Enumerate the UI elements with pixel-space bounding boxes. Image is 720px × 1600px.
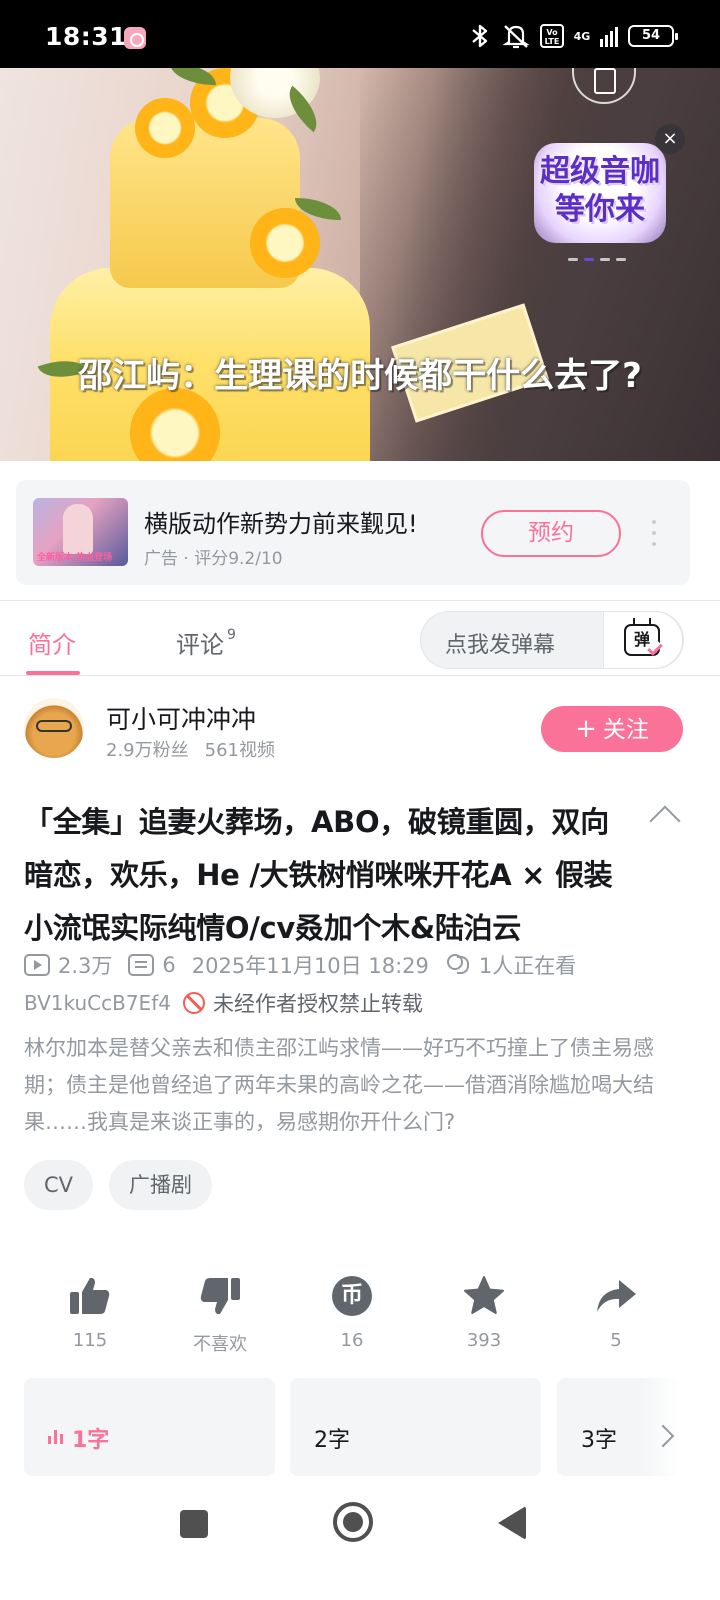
status-bar: 18:31 Vo LTE 4G 54 <box>0 0 720 68</box>
plus-icon: + <box>575 714 597 744</box>
episode-list: 1字 2字 3字 <box>24 1378 720 1476</box>
watching-count: 1人正在看 <box>478 954 577 978</box>
danmu-toggle-button[interactable]: 弹 <box>603 611 683 669</box>
video-count: 561视频 <box>204 740 275 761</box>
home-button[interactable] <box>333 1502 373 1542</box>
favorite-count: 393 <box>466 1330 502 1351</box>
video-player[interactable]: 超级音咖 等你来 × 邵江屿：生理课的时候都干什么去了? <box>0 68 720 461</box>
mute-bell-icon <box>502 23 530 49</box>
promo-carousel-dots <box>568 258 626 261</box>
recents-button[interactable] <box>180 1510 208 1538</box>
episode-label: 1字 <box>72 1428 110 1453</box>
tag-radio-drama[interactable]: 广播剧 <box>109 1160 213 1210</box>
content-tabs: 简介 评论 9 点我发弹幕 弹 <box>0 600 720 676</box>
watching-icon <box>445 954 471 976</box>
coin-button[interactable]: 币 16 <box>292 1270 412 1351</box>
uploader-stats: 2.9万粉丝 561视频 <box>106 736 275 762</box>
tab-indicator <box>26 671 80 675</box>
back-button[interactable] <box>498 1506 526 1540</box>
star-icon <box>424 1270 544 1322</box>
thumbs-up-icon <box>30 1270 150 1322</box>
share-count: 5 <box>610 1330 622 1351</box>
notification-app-icon <box>124 27 146 49</box>
promo-text-line1: 超级音咖 <box>540 154 660 189</box>
publish-date: 2025年11月10日 18:29 <box>191 954 429 978</box>
status-icons: Vo LTE 4G 54 <box>468 22 678 50</box>
favorite-button[interactable]: 393 <box>424 1270 544 1351</box>
episode-item-2[interactable]: 2字 <box>290 1378 541 1476</box>
ad-more-icon[interactable] <box>652 520 658 546</box>
episode-list-fade <box>640 1378 720 1476</box>
like-count: 115 <box>72 1330 108 1351</box>
bluetooth-icon <box>468 23 492 49</box>
dislike-label: 不喜欢 <box>193 1334 247 1355</box>
promo-text-line2: 等你来 <box>555 192 645 227</box>
avatar[interactable] <box>24 698 84 758</box>
coin-count: 16 <box>340 1330 364 1351</box>
video-title: 「全集」追妻火葬场，ABO，破镜重圆，双向暗恋，欢乐，He /大铁树悄咪咪开花A… <box>24 805 613 945</box>
system-nav-bar <box>0 1476 720 1600</box>
ad-subtitle: 广告 · 评分9.2/10 <box>144 549 283 569</box>
bvid[interactable]: BV1kuCcB7Ef4 <box>24 991 171 1015</box>
danmu-input[interactable]: 点我发弹幕 弹 <box>420 611 684 669</box>
episode-label: 2字 <box>314 1428 350 1453</box>
share-arrow-icon <box>556 1270 676 1322</box>
ad-card[interactable]: 全新版本 热血登场 横版动作新势力前来觐见! 广告 · 评分9.2/10 预约 <box>16 480 690 585</box>
ad-thumbnail-text: 全新版本 热血登场 <box>37 553 113 563</box>
volte-icon: Vo LTE <box>540 24 564 48</box>
tag-list: CV 广播剧 <box>24 1160 213 1210</box>
video-description: 林尔加本是替父亲去和债主邵江屿求情——好巧不巧撞上了债主易感期；债主是他曾经追了… <box>24 1036 654 1134</box>
danmaku-count-icon <box>128 954 155 976</box>
bvid-row: BV1kuCcB7Ef4 未经作者授权禁止转载 <box>24 988 423 1018</box>
battery-icon: 54 <box>628 25 678 47</box>
follow-label: 关注 <box>602 717 649 743</box>
playing-indicator-icon <box>48 1430 63 1444</box>
danmaku-count: 6 <box>162 953 176 977</box>
signal-icon <box>600 25 618 47</box>
collapse-chevron-icon[interactable] <box>649 805 681 837</box>
share-button[interactable]: 5 <box>556 1270 676 1351</box>
tab-comments-label: 评论 <box>176 631 224 659</box>
status-time: 18:31 <box>45 22 128 51</box>
action-bar: 115 不喜欢 币 16 393 5 <box>24 1270 696 1360</box>
network-type-label: 4G <box>573 29 591 43</box>
promo-badge[interactable]: 超级音咖 等你来 <box>534 143 666 243</box>
fans-count: 2.9万粉丝 <box>106 740 189 761</box>
copyright-notice: 未经作者授权禁止转载 <box>212 992 423 1016</box>
view-count: 2.3万 <box>58 954 113 978</box>
episode-label: 3字 <box>581 1428 617 1453</box>
coin-icon: 币 <box>292 1270 412 1322</box>
ad-title: 横版动作新势力前来觐见! <box>144 510 418 538</box>
tab-intro-label: 简介 <box>28 631 76 659</box>
close-promo-icon[interactable]: × <box>655 124 685 154</box>
video-subtitle: 邵江屿：生理课的时候都干什么去了? <box>78 356 642 396</box>
tag-cv[interactable]: CV <box>24 1160 94 1210</box>
episode-item-1[interactable]: 1字 <box>24 1378 275 1476</box>
play-count-icon <box>24 954 50 976</box>
ad-reserve-button[interactable]: 预约 <box>481 510 621 557</box>
video-meta: 2.3万 6 2025年11月10日 18:29 1人正在看 <box>24 950 576 980</box>
uploader-name[interactable]: 可小可冲冲冲 <box>106 700 256 736</box>
dislike-button[interactable]: 不喜欢 <box>160 1270 280 1356</box>
like-button[interactable]: 115 <box>30 1270 150 1351</box>
comment-count: 9 <box>227 627 236 643</box>
coin-glyph: 币 <box>332 1276 372 1316</box>
thumbs-down-icon <box>160 1270 280 1322</box>
no-repost-icon <box>182 992 205 1014</box>
follow-button[interactable]: + 关注 <box>541 706 683 752</box>
ad-thumbnail: 全新版本 热血登场 <box>33 498 128 566</box>
tab-intro[interactable]: 简介 <box>28 625 76 660</box>
tab-comments[interactable]: 评论 9 <box>176 625 236 660</box>
danmu-placeholder: 点我发弹幕 <box>445 633 556 658</box>
